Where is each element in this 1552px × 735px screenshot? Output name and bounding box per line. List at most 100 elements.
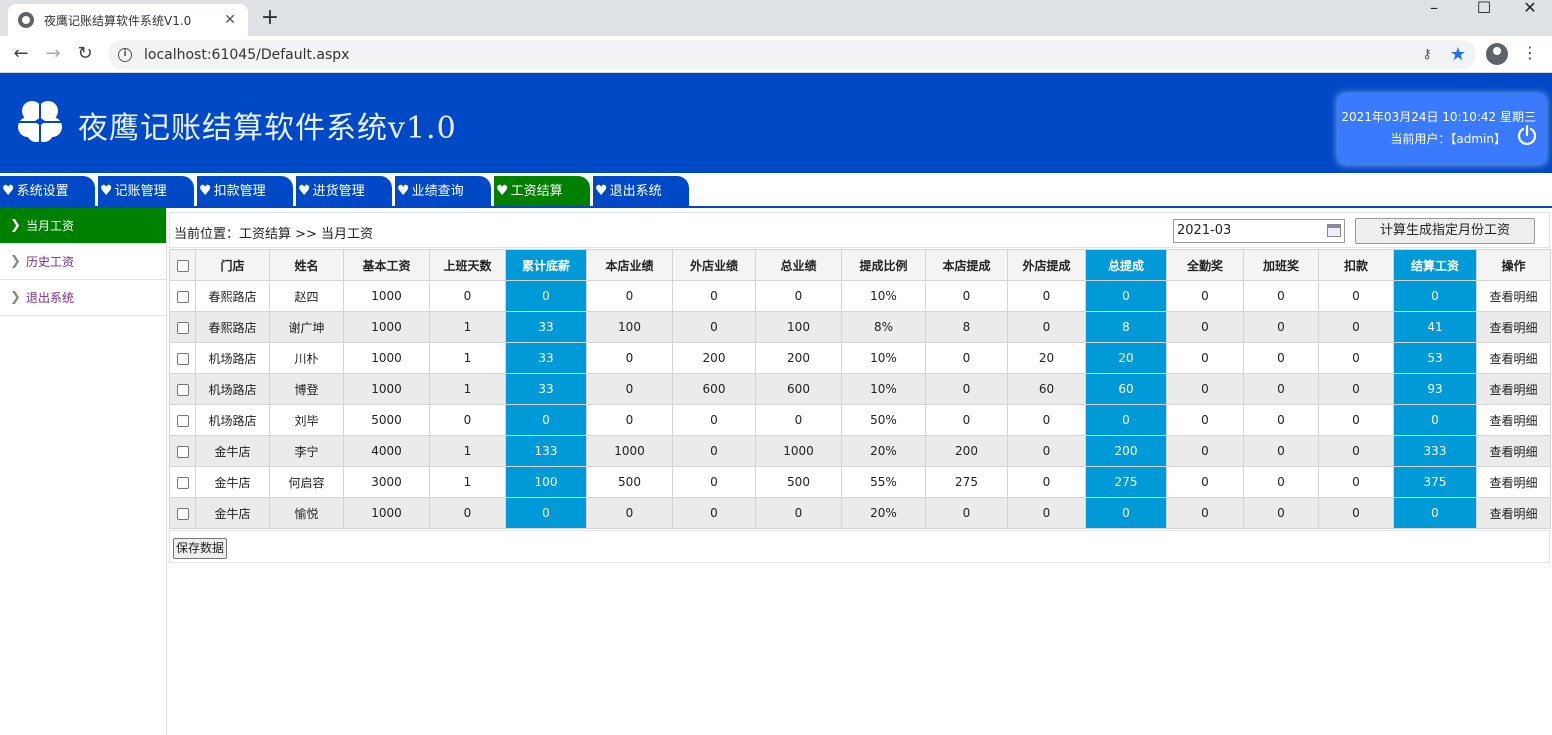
row-checkbox-cell[interactable] <box>169 466 196 498</box>
more-menu-icon[interactable]: ⋮ <box>1522 43 1538 62</box>
maximize-icon[interactable]: ☐ <box>1464 0 1504 16</box>
table-cell: 200 <box>1085 435 1167 467</box>
table-cell: 200 <box>925 435 1008 467</box>
month-picker-input[interactable]: 2021-03 <box>1173 219 1345 243</box>
sidebar-item-label: 退出系统 <box>26 291 75 305</box>
table-cell: 0 <box>1166 373 1244 405</box>
column-header: 本店业绩 <box>586 249 673 281</box>
menu-item-system-settings[interactable]: ♥ 系统设置 <box>0 176 95 206</box>
table-cell: 8% <box>841 311 926 343</box>
url-text[interactable]: localhost:61045/Default.aspx <box>144 47 1422 63</box>
sidebar-item-current-month-salary[interactable]: ❯ 当月工资 <box>0 208 166 244</box>
table-cell: 0 <box>1393 497 1477 529</box>
table-cell: 0 <box>1007 466 1086 498</box>
minimize-icon[interactable]: – <box>1414 0 1454 16</box>
table-cell: 600 <box>672 373 756 405</box>
row-checkbox-cell[interactable] <box>169 342 196 374</box>
star-icon[interactable]: ★ <box>1450 44 1466 65</box>
row-checkbox[interactable] <box>176 352 189 365</box>
sidebar-item-history-salary[interactable]: ❯ 历史工资 <box>0 244 166 280</box>
row-checkbox[interactable] <box>176 321 189 334</box>
table-cell: 0 <box>1393 404 1477 436</box>
view-details-link[interactable]: 查看明细 <box>1476 280 1551 312</box>
table-cell: 0 <box>1166 311 1244 343</box>
view-details-link[interactable]: 查看明细 <box>1476 373 1551 405</box>
row-checkbox-cell[interactable] <box>169 404 196 436</box>
table-cell: 0 <box>755 280 842 312</box>
app-title: 夜鹰记账结算软件系统v1.0 <box>78 111 457 146</box>
calendar-icon[interactable] <box>1327 224 1341 237</box>
table-cell: 10% <box>841 342 926 374</box>
save-data-button[interactable]: 保存数据 <box>173 538 228 559</box>
heart-icon: ♥ <box>100 183 113 199</box>
select-all-checkbox[interactable] <box>176 259 189 272</box>
view-details-link[interactable]: 查看明细 <box>1476 435 1551 467</box>
row-checkbox[interactable] <box>176 507 189 520</box>
sidebar-item-label: 当月工资 <box>26 219 75 233</box>
menu-item-label: 进货管理 <box>312 184 365 199</box>
user-info-box: 2021年03月24日 10:10:42 星期三 当前用户：【admin】 <box>1338 94 1546 164</box>
view-details-link[interactable]: 查看明细 <box>1476 466 1551 498</box>
info-icon[interactable]: i <box>118 47 132 62</box>
menu-item-logout[interactable]: ♥ 退出系统 <box>593 176 689 206</box>
heart-icon: ♥ <box>397 183 410 199</box>
clover-logo-icon <box>18 101 62 145</box>
table-row: 金牛店 愉悦 1000 0 0 0 0 0 20% 0 0 0 0 0 0 0 查看明细 <box>169 497 1551 529</box>
view-details-link[interactable]: 查看明细 <box>1476 497 1551 529</box>
table-cell: 41 <box>1393 311 1477 343</box>
close-window-icon[interactable]: ✕ <box>1510 0 1550 16</box>
row-checkbox-cell[interactable] <box>169 311 196 343</box>
table-cell: 0 <box>505 497 587 529</box>
row-checkbox-cell[interactable] <box>169 280 196 312</box>
table-cell: 1000 <box>586 435 673 467</box>
select-all-checkbox-cell[interactable] <box>169 249 196 281</box>
heart-icon: ♥ <box>595 183 608 199</box>
table-cell: 0 <box>1166 435 1244 467</box>
profile-icon[interactable] <box>1486 43 1508 65</box>
view-details-link[interactable]: 查看明细 <box>1476 342 1551 374</box>
column-header: 提成比例 <box>841 249 926 281</box>
forward-arrow-icon[interactable]: → <box>40 42 66 66</box>
row-checkbox[interactable] <box>176 383 189 396</box>
table-cell: 0 <box>755 497 842 529</box>
table-cell: 愉悦 <box>269 497 344 529</box>
table-cell: 275 <box>925 466 1008 498</box>
table-cell: 0 <box>1007 311 1086 343</box>
column-header: 姓名 <box>269 249 344 281</box>
menu-item-salary[interactable]: ♥ 工资结算 <box>494 176 590 206</box>
menu-item-bookkeeping[interactable]: ♥ 记账管理 <box>98 176 194 206</box>
row-checkbox[interactable] <box>176 290 189 303</box>
power-icon[interactable] <box>1516 124 1538 146</box>
key-icon[interactable]: ⚷ <box>1422 47 1432 62</box>
table-cell: 0 <box>586 342 673 374</box>
table-cell: 0 <box>1085 404 1167 436</box>
reload-icon[interactable]: ↻ <box>72 42 98 66</box>
table-cell: 0 <box>925 497 1008 529</box>
menu-item-performance[interactable]: ♥ 业绩查询 <box>395 176 491 206</box>
menu-item-label: 工资结算 <box>510 184 563 199</box>
row-checkbox-cell[interactable] <box>169 497 196 529</box>
browser-tab-title: 夜鹰记账结算软件系统V1.0 <box>44 13 192 28</box>
row-checkbox-cell[interactable] <box>169 435 196 467</box>
view-details-link[interactable]: 查看明细 <box>1476 404 1551 436</box>
close-tab-icon[interactable]: ✕ <box>222 12 238 28</box>
back-arrow-icon[interactable]: ← <box>8 42 34 66</box>
sidebar-item-logout[interactable]: ❯ 退出系统 <box>0 280 166 316</box>
menu-item-purchasing[interactable]: ♥ 进货管理 <box>296 176 392 206</box>
table-cell: 0 <box>429 280 506 312</box>
row-checkbox[interactable] <box>176 414 189 427</box>
calculate-salary-button[interactable]: 计算生成指定月份工资 <box>1355 218 1535 244</box>
table-cell: 55% <box>841 466 926 498</box>
table-cell: 10% <box>841 373 926 405</box>
new-tab-icon[interactable]: + <box>258 7 282 29</box>
column-header: 外店业绩 <box>672 249 756 281</box>
address-bar[interactable]: i localhost:61045/Default.aspx ⚷ ★ <box>108 40 1476 69</box>
row-checkbox-cell[interactable] <box>169 373 196 405</box>
column-header: 全勤奖 <box>1166 249 1244 281</box>
row-checkbox[interactable] <box>176 476 189 489</box>
menu-item-deductions[interactable]: ♥ 扣款管理 <box>197 176 293 206</box>
row-checkbox[interactable] <box>176 445 189 458</box>
breadcrumb-bar: 当前位置：工资结算 >> 当月工资 2021-03 计算生成指定月份工资 <box>169 212 1550 248</box>
browser-tab[interactable]: 夜鹰记账结算软件系统V1.0 ✕ <box>8 4 248 36</box>
view-details-link[interactable]: 查看明细 <box>1476 311 1551 343</box>
